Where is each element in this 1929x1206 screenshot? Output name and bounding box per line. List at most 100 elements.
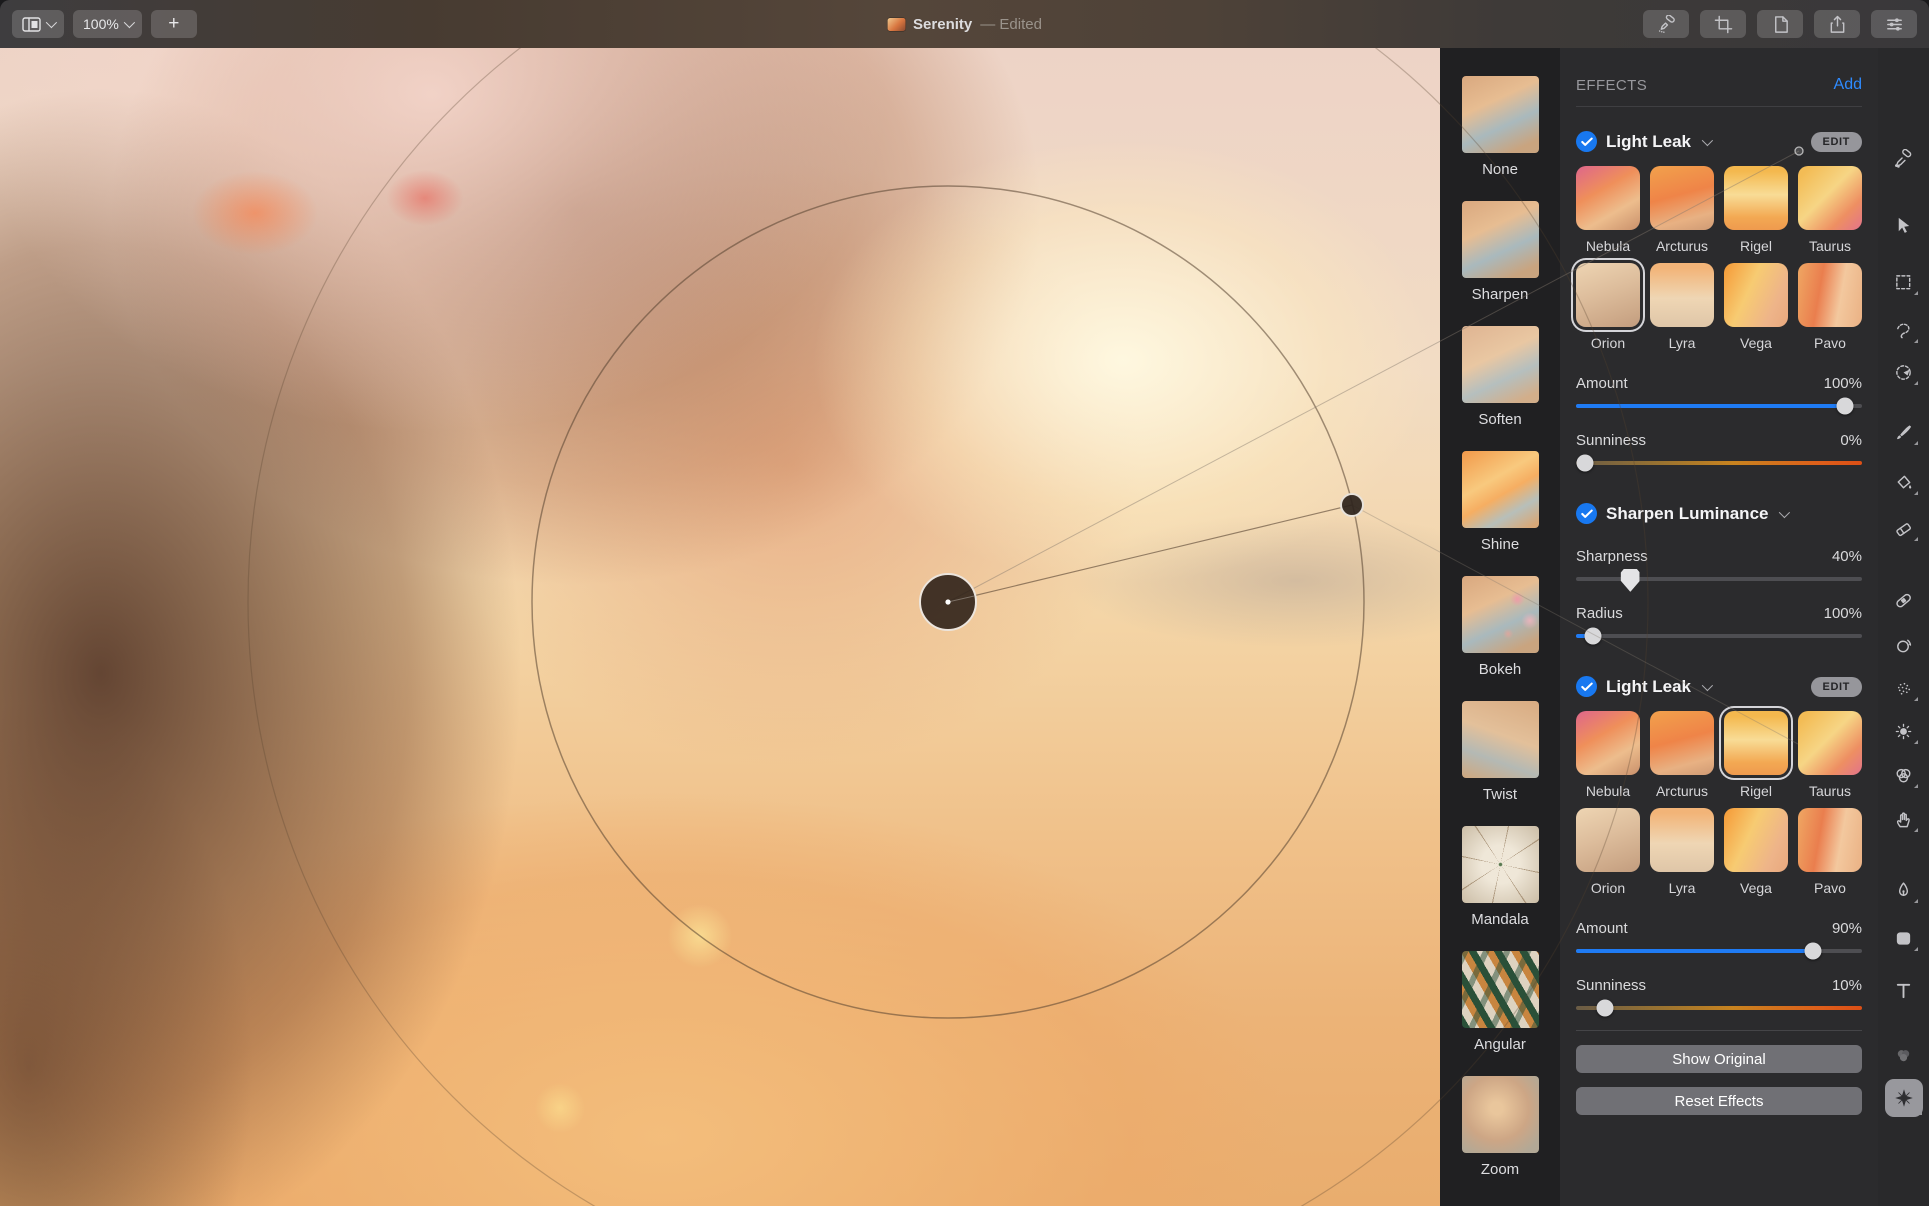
- preset-arcturus[interactable]: Arcturus: [1650, 166, 1714, 254]
- fill-bucket-tool[interactable]: [1889, 467, 1919, 497]
- preset-label: Lyra: [1668, 335, 1696, 351]
- preset-thumbnail: [1724, 808, 1788, 872]
- slider-track[interactable]: [1576, 454, 1862, 472]
- color-mix-icon: [1894, 1046, 1913, 1065]
- canvas[interactable]: [0, 48, 1440, 1206]
- preset-lyra[interactable]: Lyra: [1650, 263, 1714, 351]
- reset-effects-button[interactable]: Reset Effects: [1576, 1087, 1862, 1115]
- effects-panel-title: EFFECTS: [1576, 76, 1648, 94]
- effect-type-none[interactable]: None: [1461, 76, 1539, 178]
- preset-vega[interactable]: Vega: [1724, 808, 1788, 896]
- zoom-level-button[interactable]: 100%: [73, 10, 142, 38]
- effect-section-header: Light Leak EDIT: [1576, 676, 1862, 697]
- quick-select-tool[interactable]: [1889, 357, 1919, 387]
- effect-section-title[interactable]: Light Leak: [1606, 132, 1691, 152]
- style-brush-tool[interactable]: [1889, 143, 1919, 173]
- effect-type-bokeh[interactable]: Bokeh: [1461, 576, 1539, 678]
- free-select-tool[interactable]: [1889, 315, 1919, 345]
- slider-radius: Radius 100%: [1576, 605, 1862, 645]
- color-adjust-icon: [1894, 766, 1913, 785]
- lighten-tool[interactable]: [1889, 716, 1919, 746]
- divider: [1576, 1030, 1862, 1031]
- color-adjust-tool[interactable]: [1889, 760, 1919, 790]
- arrow-tool[interactable]: [1889, 210, 1919, 240]
- slider-value: 10%: [1831, 977, 1862, 994]
- effect-type-label: Twist: [1482, 786, 1518, 803]
- slider-knob[interactable]: [1836, 397, 1854, 415]
- effect-type-twist[interactable]: Twist: [1461, 701, 1539, 803]
- effect-type-mandala[interactable]: Mandala: [1461, 826, 1539, 928]
- preset-nebula[interactable]: Nebula: [1576, 166, 1640, 254]
- new-document-button[interactable]: [1757, 10, 1803, 38]
- preset-thumbnail: [1576, 711, 1640, 775]
- eraser-tool[interactable]: [1889, 513, 1919, 543]
- preset-rigel[interactable]: Rigel: [1724, 711, 1788, 799]
- text-tool[interactable]: [1889, 975, 1919, 1005]
- color-mix-tool[interactable]: [1889, 1040, 1919, 1070]
- crop-button[interactable]: [1700, 10, 1746, 38]
- effect-type-soften[interactable]: Soften: [1461, 326, 1539, 428]
- slider-knob[interactable]: [1620, 568, 1640, 592]
- effect-type-zoom[interactable]: Zoom: [1461, 1076, 1539, 1178]
- view-options-button[interactable]: [12, 10, 64, 38]
- edit-effect-button[interactable]: EDIT: [1810, 131, 1862, 152]
- rect-select-tool[interactable]: [1889, 267, 1919, 297]
- slider-track[interactable]: [1576, 942, 1862, 960]
- checkbox-checked-icon[interactable]: [1576, 131, 1597, 152]
- effect-type-thumbnail: [1461, 1076, 1539, 1153]
- preset-taurus[interactable]: Taurus: [1798, 166, 1862, 254]
- preset-pavo[interactable]: Pavo: [1798, 808, 1862, 896]
- preset-taurus[interactable]: Taurus: [1798, 711, 1862, 799]
- preset-label: Rigel: [1740, 238, 1772, 254]
- slider-amount: Amount 90%: [1576, 920, 1862, 960]
- checkbox-checked-icon[interactable]: [1576, 676, 1597, 697]
- add-effect-button[interactable]: Add: [1834, 76, 1862, 94]
- preset-thumbnail: [1724, 263, 1788, 327]
- grain-tool[interactable]: [1889, 673, 1919, 703]
- slider-knob[interactable]: [1576, 454, 1594, 472]
- warp-tool[interactable]: [1889, 804, 1919, 834]
- preset-arcturus[interactable]: Arcturus: [1650, 711, 1714, 799]
- adjustments-button[interactable]: [1871, 10, 1917, 38]
- slider-knob[interactable]: [1596, 999, 1614, 1017]
- effect-type-angular[interactable]: Angular: [1461, 951, 1539, 1053]
- slider-knob[interactable]: [1584, 627, 1602, 645]
- preset-label: Pavo: [1814, 335, 1846, 351]
- preset-label: Orion: [1590, 880, 1626, 896]
- preset-orion[interactable]: Orion: [1576, 808, 1640, 896]
- effect-type-label: Mandala: [1471, 911, 1529, 928]
- preset-lyra[interactable]: Lyra: [1650, 808, 1714, 896]
- slider-sunniness: Sunniness 10%: [1576, 977, 1862, 1017]
- share-button[interactable]: [1814, 10, 1860, 38]
- retouch-pen-button[interactable]: [1643, 10, 1689, 38]
- preset-nebula[interactable]: Nebula: [1576, 711, 1640, 799]
- slider-track[interactable]: [1576, 568, 1862, 592]
- clone-tool[interactable]: [1889, 630, 1919, 660]
- shape-tool[interactable]: [1889, 923, 1919, 953]
- effect-type-sharpen[interactable]: Sharpen: [1461, 201, 1539, 303]
- effect-type-shine[interactable]: Shine: [1461, 451, 1539, 553]
- effects-tool[interactable]: [1884, 1079, 1923, 1117]
- slider-label: Amount: [1576, 375, 1628, 392]
- slider-knob[interactable]: [1804, 942, 1822, 960]
- add-item-button[interactable]: +: [150, 10, 197, 38]
- checkbox-checked-icon[interactable]: [1576, 503, 1597, 524]
- preset-orion[interactable]: Orion: [1576, 263, 1640, 351]
- slider-track[interactable]: [1576, 627, 1862, 645]
- preset-pavo[interactable]: Pavo: [1798, 263, 1862, 351]
- slider-header: Sunniness 10%: [1576, 977, 1862, 994]
- effect-section-title[interactable]: Light Leak: [1606, 677, 1691, 697]
- slider-track[interactable]: [1576, 999, 1862, 1017]
- show-original-button[interactable]: Show Original: [1576, 1045, 1862, 1073]
- effect-section-title[interactable]: Sharpen Luminance: [1606, 504, 1768, 524]
- new-document-icon: [1771, 15, 1790, 34]
- repair-tool[interactable]: [1889, 585, 1919, 615]
- preset-rigel[interactable]: Rigel: [1724, 166, 1788, 254]
- slider-track[interactable]: [1576, 397, 1862, 415]
- paint-brush-tool[interactable]: [1889, 417, 1919, 447]
- pen-tool[interactable]: [1889, 875, 1919, 905]
- preset-thumbnail: [1650, 166, 1714, 230]
- preset-thumbnail: [1724, 166, 1788, 230]
- preset-vega[interactable]: Vega: [1724, 263, 1788, 351]
- edit-effect-button[interactable]: EDIT: [1810, 676, 1862, 697]
